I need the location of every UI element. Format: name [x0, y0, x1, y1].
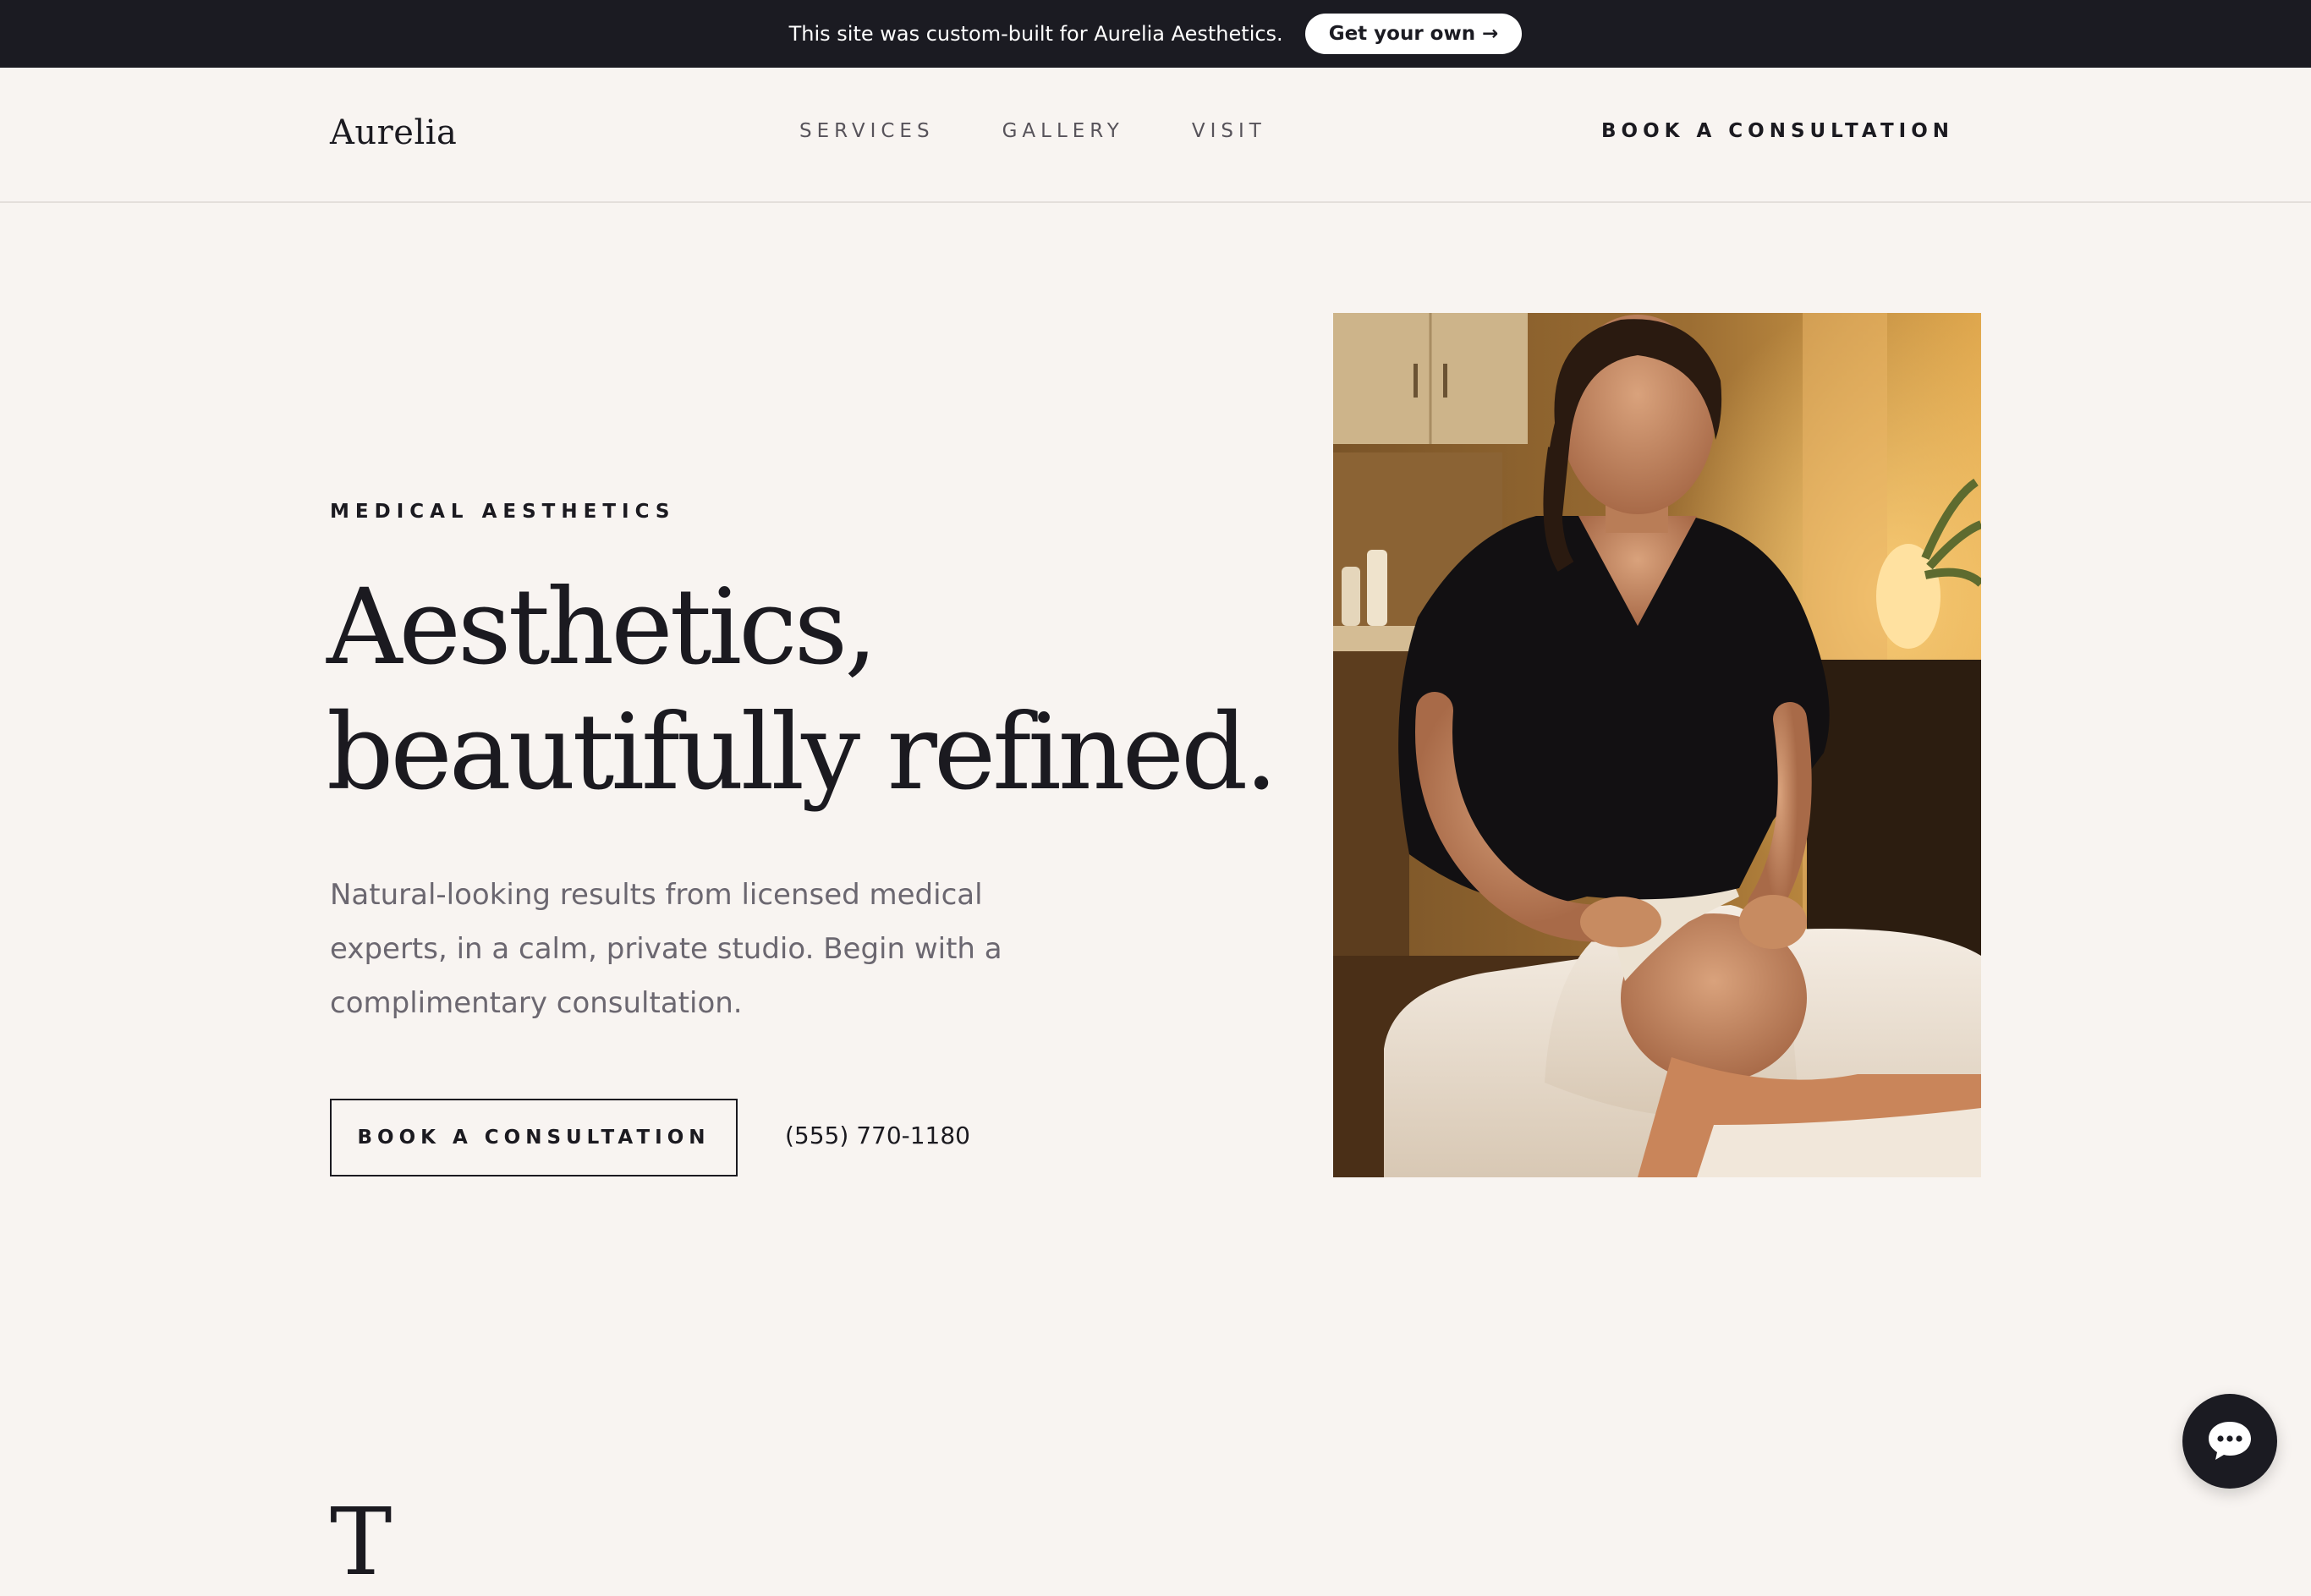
next-section-heading: T	[330, 1488, 392, 1596]
hero-eyebrow: MEDICAL AESTHETICS	[330, 501, 676, 523]
chat-bubble-icon	[2206, 1418, 2253, 1465]
site-header: Aurelia SERVICES GALLERY VISIT BOOK A CO…	[0, 68, 2311, 203]
hero-headline: Aesthetics, beautifully refined.	[327, 565, 1278, 815]
promo-banner: This site was custom-built for Aurelia A…	[0, 0, 2311, 68]
main-nav: SERVICES GALLERY VISIT	[799, 120, 1266, 142]
hero-phone-link[interactable]: (555) 770-1180	[785, 1122, 970, 1149]
header-book-consultation-link[interactable]: BOOK A CONSULTATION	[1601, 120, 1954, 142]
nav-link-services[interactable]: SERVICES	[799, 120, 935, 142]
chat-widget-button[interactable]	[2182, 1394, 2277, 1489]
hero-lead-text: Natural-looking results from licensed me…	[330, 878, 1002, 1020]
hero-headline-line-1: Aesthetics,	[327, 567, 878, 688]
nav-link-visit[interactable]: VISIT	[1192, 120, 1266, 142]
hero-book-consultation-button[interactable]: BOOK A CONSULTATION	[330, 1099, 738, 1176]
site-logo[interactable]: Aurelia	[330, 113, 457, 152]
nav-link-gallery[interactable]: GALLERY	[1002, 120, 1124, 142]
hero-photo	[1333, 313, 1981, 1177]
get-your-own-button[interactable]: Get your own →	[1304, 14, 1523, 54]
hero-headline-line-2: beautifully refined.	[327, 692, 1278, 814]
hero-photo-illustration	[1333, 313, 1981, 1177]
promo-banner-text: This site was custom-built for Aurelia A…	[788, 22, 1283, 46]
